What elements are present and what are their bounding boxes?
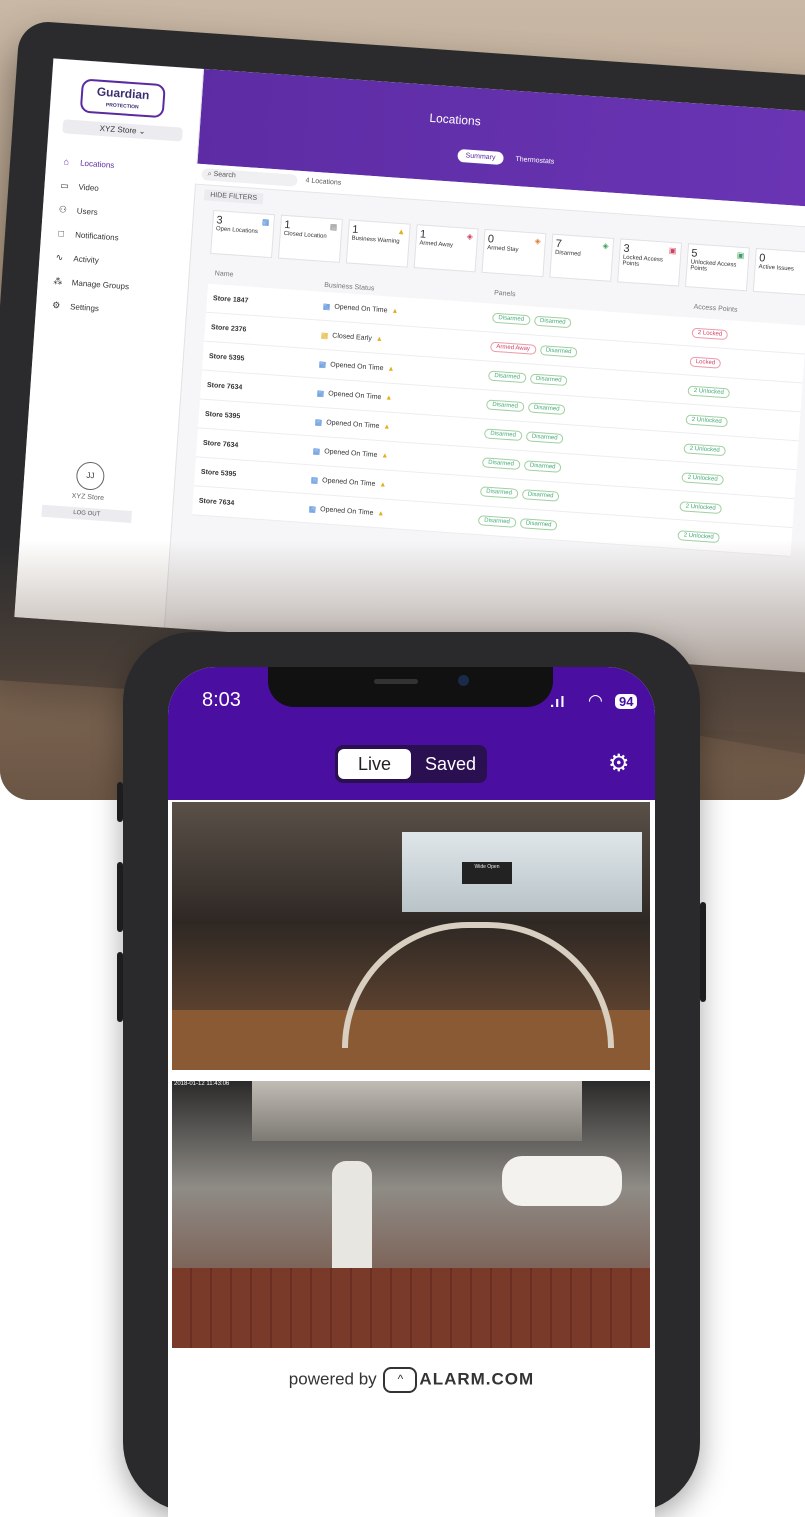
store-icon: ▦ (318, 359, 327, 369)
avatar[interactable]: JJ (75, 461, 106, 491)
sidebar-nav: ⌂ Locations ▭ Video ⚇ Users □ Notifications … (49, 149, 190, 326)
activity-icon: ∿ (55, 251, 64, 263)
shield-icon: ◈ (534, 236, 542, 246)
locations-table: Name Business Status Panels Access Point… (191, 270, 805, 558)
tab-live[interactable]: Live (338, 749, 411, 779)
warning-icon: ▲ (379, 480, 387, 489)
logout-button[interactable]: LOG OUT (41, 504, 133, 523)
store-selector[interactable]: XYZ Store ⌄ (62, 119, 183, 142)
phone-header: 8:03 .ıl ◠ 94 Live Saved ⚙ (168, 667, 655, 800)
alarm-logo-icon: ^ (383, 1367, 418, 1393)
warning-icon: ▲ (381, 451, 389, 460)
warning-icon: ▲ (385, 393, 393, 402)
settings-icon: ⚙ (51, 299, 61, 310)
summary-card[interactable]: ●0Active Issues (752, 247, 805, 297)
front-camera (458, 675, 469, 686)
summary-card[interactable]: ◈ 1 Armed Away (413, 224, 479, 273)
video-icon: ▭ (59, 179, 70, 191)
feed-window (402, 832, 642, 912)
unlock-icon: ▣ (736, 250, 745, 261)
store-icon: ▦ (308, 503, 317, 514)
camera-feed-dining[interactable]: Wide Open (172, 802, 650, 1070)
feed-hood (252, 1081, 582, 1141)
battery-badge: 94 (615, 694, 638, 709)
feed-floor (172, 1268, 650, 1348)
shield-icon: ◈ (602, 241, 609, 251)
tab-saved[interactable]: Saved (414, 754, 487, 775)
feed-timestamp: 2018-01-12 11:43:06 (174, 1081, 230, 1087)
phone: 8:03 .ıl ◠ 94 Live Saved ⚙ Wide Open 201… (117, 632, 706, 1517)
warning-icon: ▲ (391, 307, 399, 315)
feed-plates (502, 1156, 622, 1206)
view-tabs: Summary Thermostats (457, 148, 563, 169)
live-saved-toggle: Live Saved (335, 745, 487, 783)
groups-icon: ⁂ (53, 275, 63, 287)
mute-switch (117, 782, 123, 822)
lock-icon: ▣ (668, 245, 677, 256)
warning-icon: ▲ (377, 509, 385, 518)
store-closed-icon: ▦ (329, 222, 338, 232)
summary-card[interactable]: ▲ 1 Business Warning (345, 219, 411, 268)
search-icon: ⌕ (207, 170, 212, 178)
warning-icon: ▲ (387, 364, 395, 373)
store-icon: ▦ (314, 417, 323, 427)
camera-feed-kitchen[interactable]: 2018-01-12 11:43:06 (172, 1081, 650, 1348)
summary-card[interactable]: ◈ 0 Armed Stay (481, 228, 547, 278)
warning-icon: ▲ (375, 335, 384, 343)
wifi-icon: ◠ (588, 691, 603, 710)
tab-summary[interactable]: Summary (457, 148, 504, 166)
laptop-screen: Locations Summary Thermostats ↻ ? Guardi… (14, 58, 805, 674)
bell-icon: □ (58, 228, 65, 239)
feed-sign: Wide Open (462, 862, 512, 884)
warning-icon: ▲ (383, 422, 391, 431)
home-icon: ⌂ (63, 156, 70, 167)
location-count: 4 Locations (305, 177, 342, 187)
signal-icon: .ıl (550, 694, 566, 711)
search-input[interactable]: ⌕ Search (201, 168, 298, 187)
status-time: 8:03 (202, 689, 241, 711)
feed-counter (342, 922, 614, 1048)
tab-thermostats[interactable]: Thermostats (507, 152, 563, 169)
users-icon: ⚇ (58, 203, 68, 215)
summary-card[interactable]: ▦ 1 Closed Location (277, 214, 343, 263)
volume-down-button (117, 952, 123, 1022)
chevron-down-icon: ⌄ (138, 126, 146, 137)
notch (268, 667, 553, 707)
gear-icon[interactable]: ⚙ (608, 749, 630, 778)
avatar-name: XYZ Store (71, 492, 105, 503)
store-icon: ▦ (312, 445, 321, 456)
summary-card[interactable]: ▣ 5 Unlocked Access Points (684, 243, 750, 292)
summary-card[interactable]: ▦ 3 Open Locations (210, 209, 276, 259)
hide-filters-button[interactable]: HIDE FILTERS (203, 189, 264, 205)
shield-icon: ◈ (466, 231, 474, 242)
store-icon: ▦ (322, 301, 331, 311)
store-icon: ▦ (261, 217, 270, 227)
store-icon: ▦ (310, 474, 319, 485)
store-icon: ▦ (316, 388, 325, 398)
summary-card[interactable]: ▣ 3 Locked Access Points (617, 238, 683, 287)
store-closed-icon: ▦ (320, 330, 329, 340)
alarm-brand: ALARM.COM (419, 1369, 535, 1389)
powered-by: powered by ^ ALARM.COM (168, 1367, 655, 1393)
power-button (700, 902, 706, 1002)
sidebar: Guardian PROTECTION XYZ Store ⌄ ⌂ Locatio… (14, 58, 205, 628)
summary-card[interactable]: ◈ 7 Disarmed (549, 233, 615, 282)
warning-icon: ▲ (396, 226, 406, 237)
volume-up-button (117, 862, 123, 932)
phone-screen: 8:03 .ıl ◠ 94 Live Saved ⚙ Wide Open 201… (168, 667, 655, 1517)
speaker (374, 679, 418, 684)
guardian-logo: Guardian PROTECTION (79, 78, 166, 119)
